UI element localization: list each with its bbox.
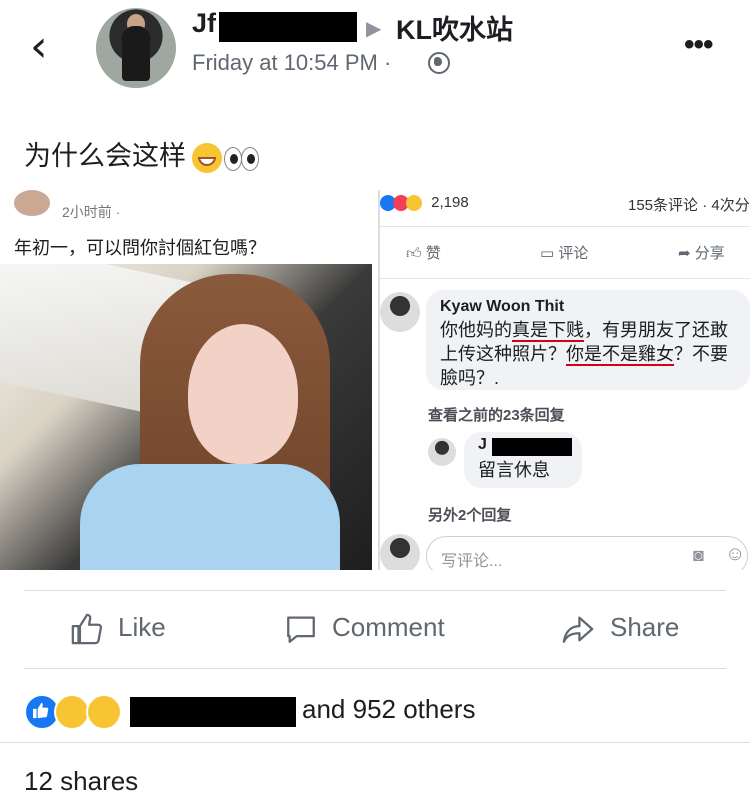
comment-text: 你他妈的真是下贱，有男朋友了还敢 上传这种照片？你是不是雞女？不要 臉吗？.: [440, 320, 728, 388]
more-options-button[interactable]: •••: [684, 28, 713, 62]
reply-avatar: [428, 438, 456, 466]
shared-share-button: ➦ 分享: [678, 245, 725, 262]
group-arrow-icon: ▶: [366, 18, 382, 40]
wow-reaction-icon: [86, 694, 122, 730]
shared-image[interactable]: 2小时前 · 年初一，可以問你討個紅包嗎？ 2,198 155条评论 · 4次分…: [0, 190, 750, 570]
share-arrow-icon: ➦: [678, 245, 691, 262]
reply-author: J: [478, 436, 487, 453]
comment-author: Kyaw Woon Thit: [440, 298, 565, 315]
thumbs-up-icon: 👍︎: [406, 245, 422, 262]
reply-bubble: J 留言休息: [464, 432, 582, 488]
group-name[interactable]: KL吹水站: [396, 8, 513, 47]
divider: [0, 742, 750, 743]
shared-like-button: 👍︎ 赞: [406, 245, 441, 262]
like-button[interactable]: Like: [70, 612, 166, 646]
grinning-emoji-icon: [192, 142, 222, 173]
redacted-name: [492, 438, 572, 456]
shared-post-time: 2小时前 ·: [62, 204, 121, 220]
emoji-icon: ☺: [725, 543, 746, 565]
post-timestamp[interactable]: Friday at 10:54 PM ·: [192, 50, 391, 76]
comment-bubble-icon: ▭: [540, 245, 555, 262]
camera-icon: ◙: [693, 545, 704, 565]
reactions-summary[interactable]: [24, 694, 134, 730]
divider: [380, 226, 750, 227]
redacted-name: [219, 12, 357, 42]
post-text: 为什么会这样: [24, 134, 260, 173]
globe-icon: [428, 52, 450, 74]
shared-avatar: [14, 190, 50, 216]
divider: [24, 668, 726, 669]
selfie-photo: [0, 264, 372, 570]
reply-text: 留言休息: [478, 460, 550, 480]
author-avatar[interactable]: [96, 8, 176, 88]
divider: [380, 278, 750, 279]
more-dots-icon: •••: [684, 28, 713, 61]
commenter-avatar: [380, 292, 420, 332]
back-button[interactable]: ‹: [30, 22, 70, 72]
shared-post-text: 年初一，可以問你討個紅包嗎？: [14, 238, 266, 258]
shared-comment-share-count: 155条评论 · 4次分: [628, 197, 750, 214]
wow-icon: [406, 195, 422, 212]
thumbs-up-icon: [71, 613, 103, 645]
share-button[interactable]: Share: [560, 612, 679, 646]
haha-reaction-icon: [54, 694, 90, 730]
comment-button[interactable]: Comment: [284, 612, 445, 646]
comment-bubble-icon: [287, 616, 315, 644]
shared-reactions: 2,198: [380, 194, 469, 212]
shared-post-left: 2小时前 · 年初一，可以問你討個紅包嗎？: [0, 190, 372, 570]
shared-comment-button: ▭ 评论: [540, 245, 589, 262]
my-avatar: [380, 534, 420, 570]
shares-count[interactable]: 12 shares: [24, 766, 138, 797]
eyes-emoji-icon: [222, 145, 260, 171]
write-comment-field: 写评论... ◙ ☺: [426, 536, 748, 570]
shared-author-name: [60, 190, 64, 200]
chevron-left-icon: ‹: [30, 21, 48, 72]
divider: [24, 590, 726, 591]
redacted-name: [130, 697, 296, 727]
shared-comments-right: 2,198 155条评论 · 4次分 👍︎ 赞 ▭ 评论 ➦ 分享 Kyaw W…: [380, 190, 750, 570]
share-arrow-icon: [562, 616, 594, 644]
author-name[interactable]: Jf: [192, 8, 216, 39]
more-replies: 另外2个回复: [428, 507, 512, 524]
reactions-others-text[interactable]: and 952 others: [302, 694, 475, 725]
comment-bubble: Kyaw Woon Thit 你他妈的真是下贱，有男朋友了还敢 上传这种照片？你…: [426, 290, 750, 390]
view-previous-replies: 查看之前的23条回复: [428, 407, 565, 424]
